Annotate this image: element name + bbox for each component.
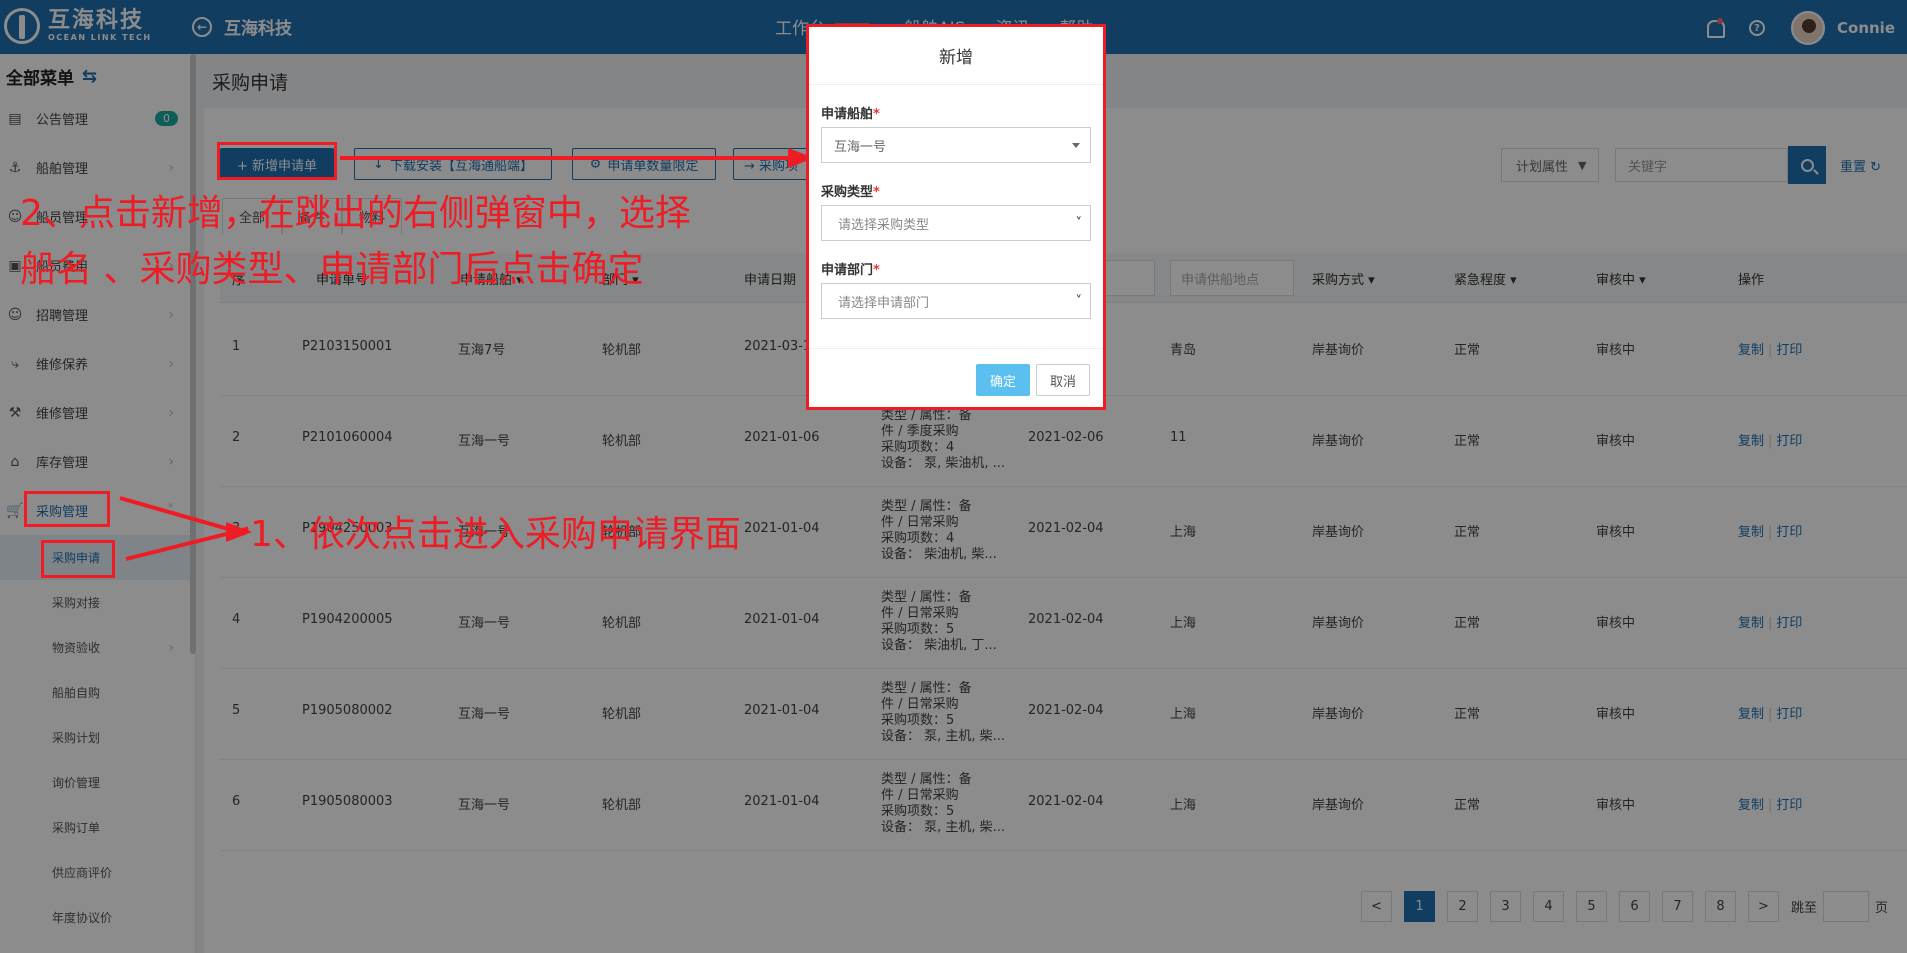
annotation-arrow-to-modal bbox=[340, 156, 792, 160]
chevron-down-icon: ˅ bbox=[1075, 216, 1083, 231]
new-request-modal: 新增 申请船舶* 互海一号 采购类型* 请选择采购类型 ˅ 申请部门* 请选择申… bbox=[806, 24, 1106, 410]
dept-select[interactable]: 请选择申请部门 ˅ bbox=[821, 283, 1091, 319]
annotation-step2-line1: 2、点击新增，在跳出的右侧弹窗中，选择 bbox=[20, 193, 691, 234]
chevron-down-icon: ˅ bbox=[1075, 294, 1083, 309]
annotation-box-purchase-menu bbox=[24, 491, 110, 527]
ship-label: 申请船舶* bbox=[821, 107, 880, 122]
caret-down-icon bbox=[1072, 143, 1080, 148]
type-select[interactable]: 请选择采购类型 ˅ bbox=[821, 205, 1091, 241]
annotation-step1: 1、依次点击进入采购申请界面 bbox=[250, 514, 741, 555]
annotation-box-new-button bbox=[217, 142, 337, 180]
ship-select[interactable]: 互海一号 bbox=[821, 127, 1091, 163]
modal-title: 新增 bbox=[809, 27, 1103, 85]
cancel-button[interactable]: 取消 bbox=[1036, 364, 1090, 396]
type-label: 采购类型* bbox=[821, 185, 880, 200]
modal-footer: 确定 取消 bbox=[809, 348, 1103, 410]
dept-label: 申请部门* bbox=[821, 263, 880, 278]
annotation-box-purchase-request bbox=[41, 540, 115, 578]
confirm-button[interactable]: 确定 bbox=[976, 364, 1030, 396]
annotation-step2-line2: 船名 、采购类型、申请部门后点击确定 bbox=[20, 249, 644, 290]
annotation-arrowhead bbox=[226, 522, 252, 542]
